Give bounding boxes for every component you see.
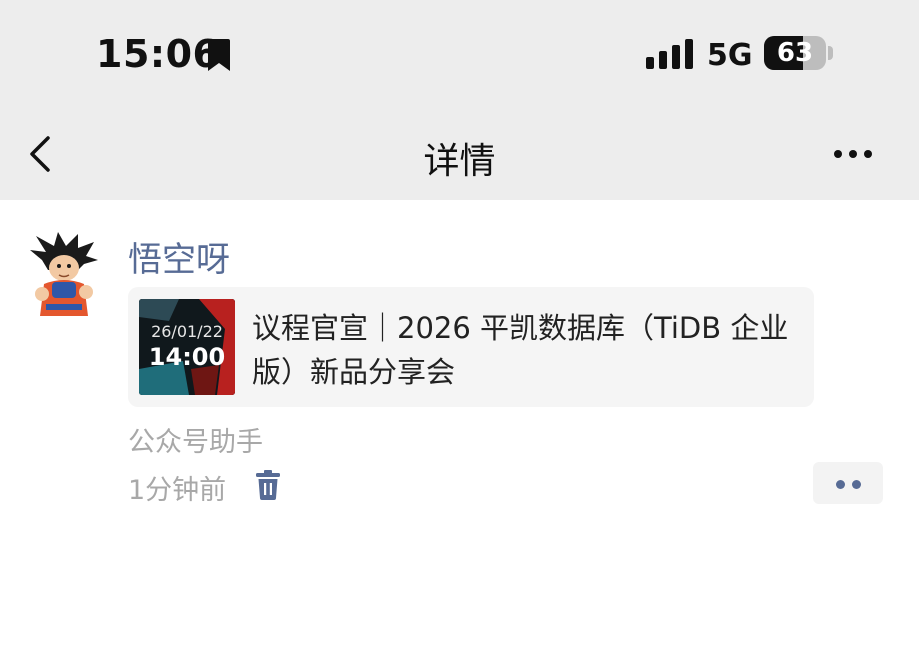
two-dots-icon: [852, 480, 861, 489]
battery-percent: 63: [776, 38, 814, 68]
page-title: 详情: [423, 141, 496, 182]
avatar[interactable]: [28, 230, 100, 316]
top-bar: 15:06 5G 63 详情: [0, 0, 919, 200]
post-time: 1分钟前: [128, 475, 227, 506]
article-title: 议程官宣｜2026 平凯数据库（TiDB 企业版）新品分享会: [252, 311, 789, 389]
username[interactable]: 悟空呀: [128, 232, 230, 281]
battery-nub: [828, 46, 833, 60]
article-card[interactable]: 26/01/22 14:00 议程官宣｜2026 平凯数据库（TiDB 企业版）…: [128, 287, 814, 407]
article-thumbnail: 26/01/22 14:00: [139, 299, 235, 395]
trash-icon[interactable]: [255, 470, 281, 500]
signal-strength-icon: [646, 39, 693, 69]
more-horizontal-icon[interactable]: [830, 140, 878, 168]
two-dots-icon: [836, 480, 845, 489]
battery-icon: 63: [764, 36, 826, 70]
like-comment-button[interactable]: [813, 462, 883, 504]
thumbnail-date: 26/01/22: [151, 322, 223, 341]
status-time: 15:06: [96, 32, 220, 76]
bookmark-icon: [208, 39, 230, 71]
thumbnail-time: 14:00: [148, 343, 226, 371]
network-type: 5G: [707, 38, 753, 73]
source-label[interactable]: 公众号助手: [128, 420, 263, 459]
